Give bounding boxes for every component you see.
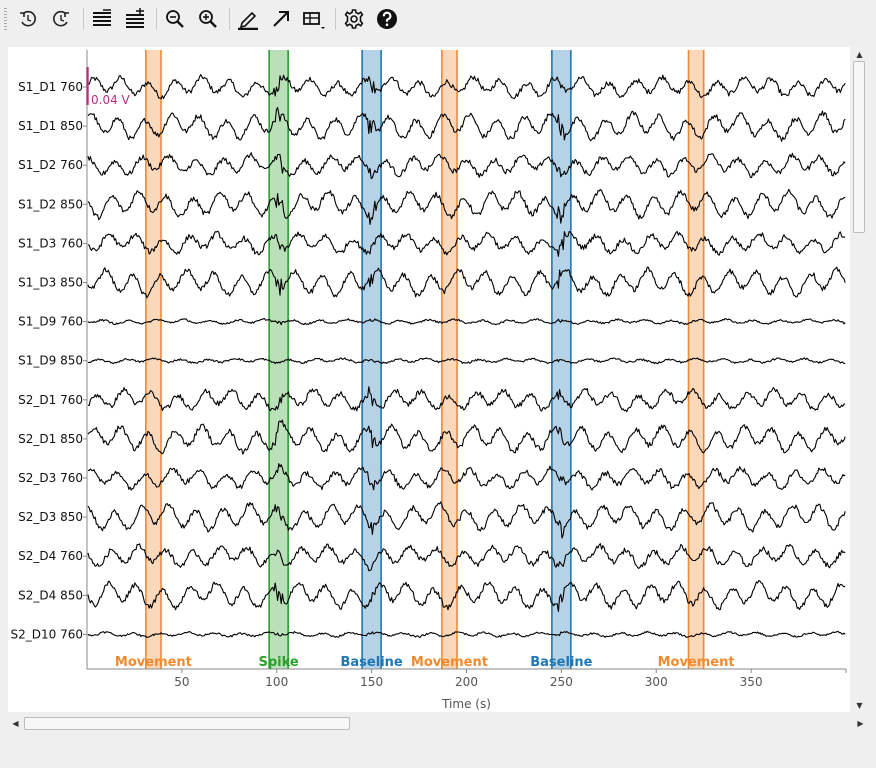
channel-label[interactable]: S2_D1 760 — [18, 393, 83, 407]
annotation-label: Movement — [658, 655, 735, 670]
channel-trace — [87, 357, 846, 365]
status-area — [0, 734, 876, 768]
annotate-pen-icon[interactable] — [234, 5, 262, 33]
annotation-label: Baseline — [530, 655, 592, 670]
channel-trace — [87, 317, 846, 326]
fewer-channels-icon[interactable] — [88, 5, 116, 33]
channel-trace — [87, 152, 846, 180]
channel-trace — [87, 543, 846, 572]
annotation-label: Movement — [411, 655, 488, 670]
x-tick-label: 350 — [740, 675, 763, 689]
annotation-label: Movement — [115, 655, 192, 670]
annotation-label: Spike — [259, 655, 299, 670]
toolbar — [0, 0, 876, 38]
arrow-icon[interactable] — [267, 5, 295, 33]
scroll-up-arrow-icon[interactable]: ▲ — [852, 47, 867, 61]
channel-trace — [87, 386, 846, 413]
channel-trace — [87, 419, 846, 455]
channel-label[interactable]: S1_D1 850 — [18, 119, 83, 133]
forward-icon[interactable] — [47, 5, 75, 33]
scroll-right-arrow-icon[interactable]: ▶ — [853, 716, 868, 730]
toolbar-grip[interactable] — [4, 8, 7, 30]
gear-icon[interactable] — [340, 5, 368, 33]
x-tick-label: 100 — [265, 675, 288, 689]
rewind-icon[interactable] — [14, 5, 42, 33]
horizontal-scrollbar[interactable]: ◀ ▶ — [8, 716, 868, 731]
help-icon[interactable] — [373, 5, 401, 33]
channel-label[interactable]: S1_D1 760 — [18, 80, 83, 94]
x-tick-label: 250 — [550, 675, 573, 689]
channel-trace — [87, 266, 846, 299]
annotation-band-spike[interactable] — [268, 50, 289, 669]
channel-label[interactable]: S1_D3 850 — [18, 276, 83, 290]
channel-trace — [87, 74, 846, 100]
annotation-label: Baseline — [341, 655, 403, 670]
x-axis-label: Time (s) — [441, 697, 491, 711]
horizontal-scroll-thumb[interactable] — [24, 717, 350, 730]
x-tick-label: 150 — [360, 675, 383, 689]
channel-trace — [87, 463, 846, 491]
projector-icon[interactable] — [300, 5, 328, 33]
channel-label[interactable]: S2_D3 850 — [18, 510, 83, 524]
channel-trace — [87, 501, 846, 539]
x-tick-label: 200 — [455, 675, 478, 689]
channel-label[interactable]: S2_D4 760 — [18, 549, 83, 563]
channel-trace — [87, 188, 846, 225]
x-tick-label: 300 — [645, 675, 668, 689]
more-channels-icon[interactable] — [121, 5, 149, 33]
channel-label[interactable]: S1_D2 760 — [18, 158, 83, 172]
channel-label[interactable]: S1_D2 850 — [18, 197, 83, 211]
channel-label[interactable]: S2_D4 850 — [18, 588, 83, 602]
channel-trace — [87, 230, 846, 257]
zoom-in-icon[interactable] — [194, 5, 222, 33]
raw-data-plot[interactable]: S1_D1 760 S1_D1 850 S1_D2 760 S1_D2 850 S1_D… — [8, 47, 850, 712]
channel-trace — [87, 106, 846, 142]
scroll-down-arrow-icon[interactable]: ▼ — [852, 698, 867, 712]
scroll-left-arrow-icon[interactable]: ◀ — [8, 716, 23, 730]
vertical-scrollbar[interactable]: ▲ ▼ — [852, 47, 867, 712]
channel-label[interactable]: S2_D3 760 — [18, 471, 83, 485]
channel-label[interactable]: S1_D3 760 — [18, 236, 83, 250]
channel-label[interactable]: S1_D9 760 — [18, 315, 83, 329]
channel-trace — [87, 579, 846, 613]
channel-label[interactable]: S2_D10 760 — [11, 627, 83, 641]
zoom-out-icon[interactable] — [161, 5, 189, 33]
vertical-scroll-thumb[interactable] — [853, 61, 865, 233]
plot-canvas[interactable]: S1_D1 760 S1_D1 850 S1_D2 760 S1_D2 850 S1_D… — [8, 47, 850, 712]
channel-label[interactable]: S1_D9 850 — [18, 354, 83, 368]
x-tick-label: 50 — [174, 675, 189, 689]
scale-bar-label: 0.04 V — [91, 93, 131, 107]
channel-label[interactable]: S2_D1 850 — [18, 432, 83, 446]
channel-trace — [87, 630, 846, 639]
